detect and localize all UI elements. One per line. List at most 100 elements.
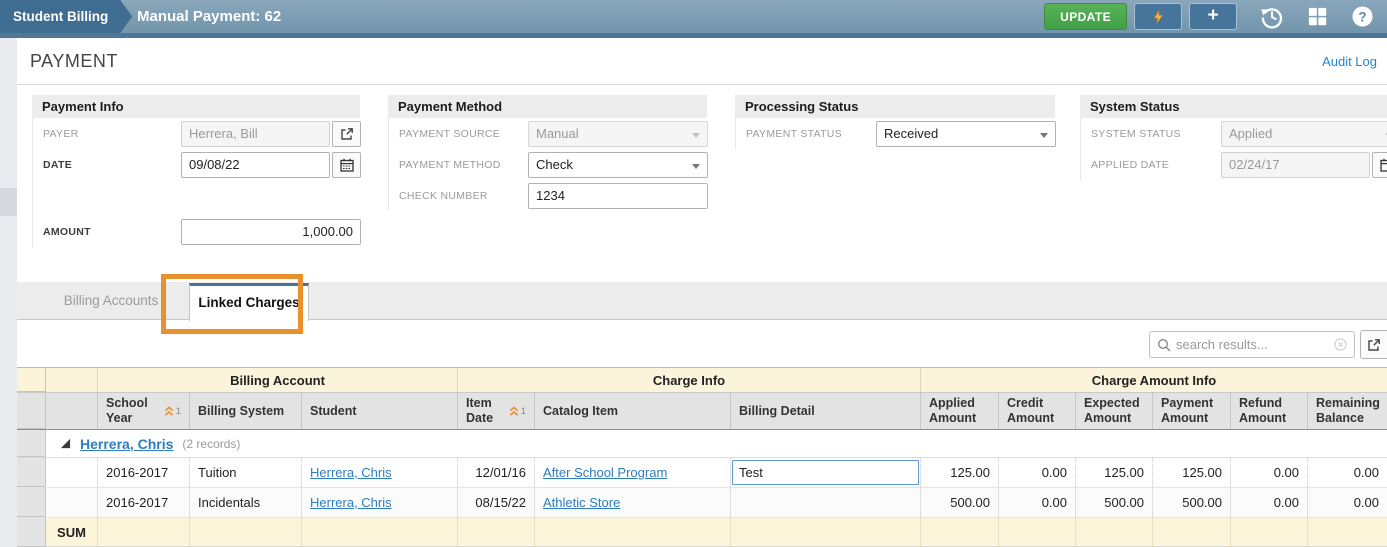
apps-grid-icon <box>1306 5 1329 28</box>
column-header-applied-amount[interactable]: Applied Amount <box>921 393 999 429</box>
cell-payment-amount: 125.00 <box>1153 458 1231 487</box>
sort-index: 1 <box>175 405 181 417</box>
cell-expected-amount: 125.00 <box>1076 458 1153 487</box>
search-input[interactable] <box>1176 337 1329 352</box>
tab-billing-accounts[interactable]: Billing Accounts <box>35 282 187 320</box>
applied-date-calendar-button[interactable] <box>1372 151 1387 178</box>
group-student-link[interactable]: Herrera, Chris <box>80 436 173 452</box>
date-calendar-button[interactable] <box>332 151 361 178</box>
student-link[interactable]: Herrera, Chris <box>310 465 392 480</box>
group-header-charge-amount-info: Charge Amount Info <box>921 368 1387 392</box>
plus-icon: + <box>1207 5 1219 26</box>
payment-method-select[interactable]: Check <box>528 151 708 178</box>
page-breadcrumb-title: Manual Payment: 62 <box>137 8 282 25</box>
group-record-count: (2 records) <box>182 436 241 451</box>
column-header-student[interactable]: Student <box>302 393 458 429</box>
cell-payment-amount: 500.00 <box>1153 488 1231 517</box>
cell-school-year: 2016-2017 <box>98 488 190 517</box>
column-header-credit-amount[interactable]: Credit Amount <box>999 393 1076 429</box>
calendar-icon <box>339 158 354 172</box>
collapse-group-icon[interactable] <box>60 438 71 449</box>
cell-item-date: 12/01/16 <box>458 458 535 487</box>
page-title: PAYMENT <box>30 51 118 71</box>
svg-text:?: ? <box>1358 9 1366 24</box>
payer-field <box>181 120 330 147</box>
top-bar: Student Billing Manual Payment: 62 UPDAT… <box>0 0 1387 38</box>
help-icon: ? <box>1351 5 1374 28</box>
top-bar-actions: UPDATE + ? <box>1044 3 1378 30</box>
system-status-panel: System Status SYSTEM STATUS Applied APPL… <box>1080 95 1387 180</box>
processing-status-panel: Processing Status PAYMENT STATUS Receive… <box>735 95 1056 149</box>
column-header-item-date[interactable]: Item Date 1 <box>458 393 535 429</box>
billing-detail-input[interactable] <box>732 460 919 485</box>
column-header-school-year[interactable]: School Year 1 <box>98 393 190 429</box>
cell-billing-system: Tuition <box>190 458 302 487</box>
chevron-down-icon <box>1040 132 1048 138</box>
linked-charges-grid: Billing Account Charge Info Charge Amoun… <box>17 367 1387 547</box>
breadcrumb-student-billing[interactable]: Student Billing <box>0 0 132 33</box>
sort-asc-icon <box>509 405 519 417</box>
column-header-billing-detail[interactable]: Billing Detail <box>731 393 921 429</box>
charge-row: 2016-2017 Incidentals Herrera, Chris 08/… <box>17 488 1387 518</box>
tab-linked-charges[interactable]: Linked Charges <box>189 283 309 321</box>
group-row: Herrera, Chris (2 records) <box>17 430 1387 458</box>
check-number-field[interactable] <box>528 182 708 209</box>
applied-date-label: APPLIED DATE <box>1091 158 1170 171</box>
cell-school-year: 2016-2017 <box>98 458 190 487</box>
sum-label: SUM <box>46 518 98 547</box>
tab-strip: Billing Accounts Linked Charges <box>17 282 1387 321</box>
cell-billing-detail[interactable] <box>731 488 921 517</box>
payment-status-label: PAYMENT STATUS <box>746 127 842 140</box>
external-link-icon <box>1367 338 1381 352</box>
check-number-label: CHECK NUMBER <box>399 189 488 202</box>
help-button[interactable]: ? <box>1351 5 1374 28</box>
quick-actions-button[interactable] <box>1134 3 1182 30</box>
catalog-item-link[interactable]: Athletic Store <box>543 495 620 510</box>
open-payer-button[interactable] <box>332 120 361 147</box>
payment-status-select[interactable]: Received <box>876 120 1056 147</box>
left-scrollbar-thumb[interactable] <box>0 188 17 216</box>
panel-title-system-status: System Status <box>1080 95 1387 118</box>
column-header-billing-system[interactable]: Billing System <box>190 393 302 429</box>
column-header-payment-amount[interactable]: Payment Amount <box>1153 393 1231 429</box>
history-button[interactable] <box>1260 5 1284 29</box>
charge-row: 2016-2017 Tuition Herrera, Chris 12/01/1… <box>17 458 1387 488</box>
student-link[interactable]: Herrera, Chris <box>310 495 392 510</box>
cell-billing-system: Incidentals <box>190 488 302 517</box>
app-window: Student Billing Manual Payment: 62 UPDAT… <box>0 0 1387 547</box>
cell-applied-amount: 125.00 <box>921 458 999 487</box>
column-header-remaining-balance[interactable]: Remaining Balance <box>1308 393 1387 429</box>
date-field[interactable] <box>181 151 330 178</box>
grid-group-header-row: Billing Account Charge Info Charge Amoun… <box>17 368 1387 393</box>
cell-applied-amount: 500.00 <box>921 488 999 517</box>
payment-method-panel: Payment Method PAYMENT SOURCE Manual PAY… <box>388 95 708 211</box>
group-header-billing-account: Billing Account <box>98 368 458 392</box>
panel-title-payment-method: Payment Method <box>388 95 707 118</box>
open-in-window-button[interactable] <box>1360 330 1387 359</box>
payment-source-label: PAYMENT SOURCE <box>399 127 501 140</box>
cell-item-date: 08/15/22 <box>458 488 535 517</box>
panel-title-processing-status: Processing Status <box>735 95 1055 118</box>
cell-expected-amount: 500.00 <box>1076 488 1153 517</box>
calendar-icon <box>1379 158 1387 172</box>
cell-remaining-balance: 0.00 <box>1353 495 1379 510</box>
catalog-item-link[interactable]: After School Program <box>543 465 667 480</box>
external-link-icon <box>340 127 354 141</box>
date-label: DATE <box>43 158 73 171</box>
payment-method-label: PAYMENT METHOD <box>399 158 501 171</box>
chevron-down-icon <box>692 163 700 169</box>
amount-label: AMOUNT <box>43 225 91 238</box>
clear-search-icon[interactable] <box>1334 338 1347 351</box>
search-icon <box>1157 338 1171 352</box>
apps-button[interactable] <box>1306 5 1329 28</box>
column-header-expected-amount[interactable]: Expected Amount <box>1076 393 1153 429</box>
audit-log-link[interactable]: Audit Log <box>1322 54 1377 69</box>
column-header-refund-amount[interactable]: Refund Amount <box>1231 393 1308 429</box>
amount-field[interactable] <box>181 218 361 245</box>
add-button[interactable]: + <box>1189 3 1237 30</box>
left-rail <box>0 38 17 547</box>
system-status-select: Applied <box>1221 120 1387 147</box>
column-header-catalog-item[interactable]: Catalog Item <box>535 393 731 429</box>
update-button[interactable]: UPDATE <box>1044 3 1127 30</box>
payer-label: PAYER <box>43 127 79 140</box>
